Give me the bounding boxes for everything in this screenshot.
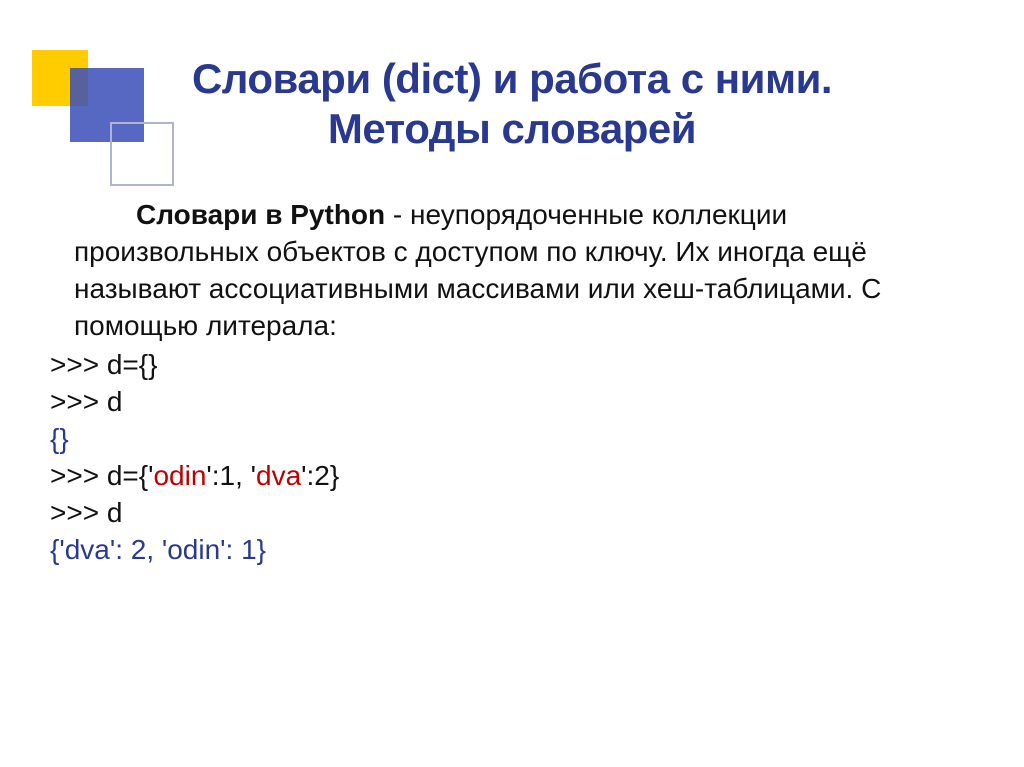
code-line-5: >>> d [50,495,974,532]
slide-title: Словари (dict) и работа с ними. Методы с… [50,54,974,153]
code-line-4-key-odin: odin [153,460,206,491]
title-line-2: Методы словарей [328,105,696,152]
code-line-4: >>> d={'odin':1, 'dva':2} [50,458,974,495]
intro-rest-first: - неупорядоченные коллекции [385,199,787,230]
intro-paragraph: Словари в Python - неупорядоченные колле… [74,197,954,345]
code-line-4-key-dva: dva [256,460,301,491]
code-line-3: {} [50,421,974,458]
code-line-4-part-c: ':1, ' [206,460,256,491]
title-line-1: Словари (dict) и работа с ними. [192,55,832,102]
code-line-4-part-a: >>> d={' [50,460,153,491]
intro-strong: Словари в Python [136,199,385,230]
code-line-4-part-e: ':2} [301,460,339,491]
slide: Словари (dict) и работа с ними. Методы с… [0,0,1024,767]
code-line-6: {'dva': 2, 'odin': 1} [50,532,974,569]
slide-body: Словари в Python - неупорядоченные колле… [50,197,974,569]
code-line-1: >>> d={} [50,347,974,384]
code-line-2: >>> d [50,384,974,421]
intro-rest-lines: произвольных объектов с доступом по ключ… [74,236,881,341]
